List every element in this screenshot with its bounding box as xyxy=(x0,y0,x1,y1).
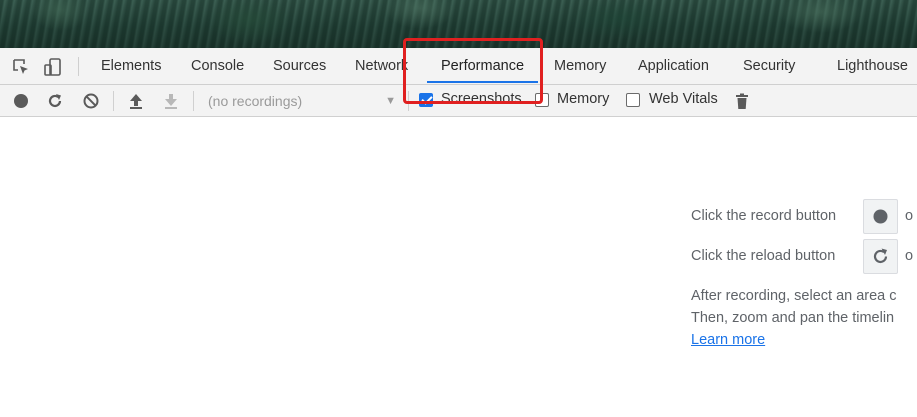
reload-icon xyxy=(873,248,888,263)
record-instruction-suffix: o xyxy=(905,208,914,224)
tab-elements[interactable]: Elements xyxy=(101,48,161,85)
tab-console[interactable]: Console xyxy=(191,48,244,85)
download-icon[interactable] xyxy=(162,92,180,110)
tab-memory[interactable]: Memory xyxy=(554,48,606,85)
tab-network[interactable]: Network xyxy=(355,48,408,85)
inspect-element-icon[interactable] xyxy=(11,57,31,77)
reload-instruction-suffix: o xyxy=(905,248,914,264)
recordings-select[interactable]: (no recordings) ▼ xyxy=(200,89,404,113)
active-tab-indicator xyxy=(427,81,538,83)
record-icon xyxy=(873,209,888,224)
trash-icon[interactable] xyxy=(733,92,751,110)
tab-application[interactable]: Application xyxy=(638,48,709,85)
device-toolbar-icon[interactable] xyxy=(43,57,63,77)
record-button[interactable] xyxy=(863,199,898,234)
upload-icon[interactable] xyxy=(127,92,145,110)
dropdown-arrow-icon: ▼ xyxy=(385,95,396,107)
screenshots-checkbox[interactable] xyxy=(419,93,433,107)
record-instruction: Click the record button xyxy=(691,208,837,224)
tab-sources[interactable]: Sources xyxy=(273,48,326,85)
tab-security[interactable]: Security xyxy=(743,48,795,85)
toolbar-divider xyxy=(113,91,114,111)
memory-label: Memory xyxy=(557,91,610,107)
recordings-select-value: (no recordings) xyxy=(208,93,303,109)
learn-more-link[interactable]: Learn more xyxy=(691,332,765,348)
zoom-pan-text: Then, zoom and pan the timelin xyxy=(691,310,895,326)
toolbar-divider xyxy=(193,91,194,111)
reload-button[interactable] xyxy=(863,239,898,274)
web-vitals-label: Web Vitals xyxy=(649,91,718,107)
web-vitals-checkbox[interactable] xyxy=(626,93,640,107)
memory-checkbox[interactable] xyxy=(535,93,549,107)
tab-performance[interactable]: Performance xyxy=(441,48,524,85)
tab-lighthouse[interactable]: Lighthouse xyxy=(837,48,908,85)
screenshots-label: Screenshots xyxy=(441,91,522,107)
toolbar-divider xyxy=(408,91,409,111)
clear-icon[interactable] xyxy=(82,92,100,110)
after-recording-text: After recording, select an area c xyxy=(691,288,897,304)
reload-icon[interactable] xyxy=(46,92,64,110)
tab-bar-divider xyxy=(78,57,79,76)
performance-toolbar: (no recordings) ▼ Screenshots Memory Web… xyxy=(0,85,917,117)
reload-instruction: Click the reload button xyxy=(691,248,836,264)
record-icon[interactable] xyxy=(12,92,30,110)
devtools-tab-bar: Elements Console Sources Network Perform… xyxy=(0,48,917,85)
background-photo xyxy=(0,0,917,48)
